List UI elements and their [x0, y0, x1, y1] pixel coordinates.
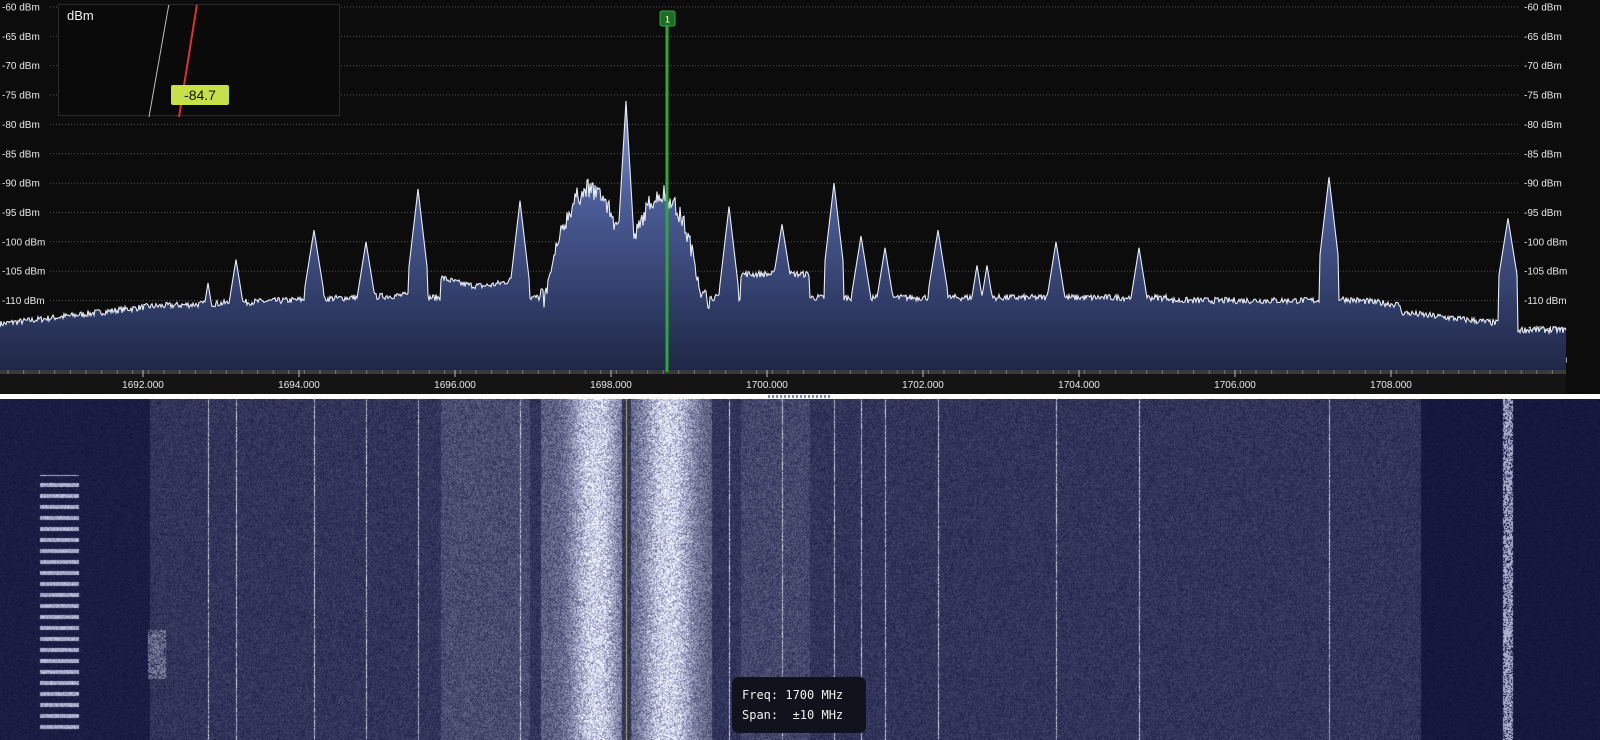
splitter-handle[interactable] — [768, 395, 830, 398]
y-axis-label: -80 dBm — [1524, 120, 1562, 131]
frequency-label: 1700.000 — [746, 380, 788, 391]
spectrum-fill — [0, 100, 1566, 371]
y-axis-left: -60 dBm -65 dBm -70 dBm -75 dBm -80 dBm -85 d… — [2, 3, 45, 366]
y-axis-label: -75 dBm — [1524, 91, 1562, 102]
frequency-label: 1708.000 — [1370, 380, 1412, 391]
span-label: Span: — [742, 708, 779, 722]
freq-label: Freq: — [742, 688, 779, 702]
frequency-label: 1694.000 — [278, 380, 320, 391]
frequency-axis-ruler — [0, 370, 1566, 374]
y-axis-label: -105 dBm — [2, 267, 45, 278]
y-axis-label: -90 dBm — [1524, 179, 1562, 190]
y-axis-label: -85 dBm — [1524, 149, 1562, 160]
y-axis-label: -80 dBm — [2, 120, 40, 131]
frequency-tooltip: Freq: 1700 MHz Span: ±10 MHz — [732, 677, 866, 733]
meter-unit: dBm — [67, 8, 94, 23]
span-value: ±10 MHz — [792, 708, 844, 722]
frequency-label: 1704.000 — [1058, 380, 1100, 391]
frequency-label: 1698.000 — [590, 380, 632, 391]
marker-label: 1 — [665, 15, 670, 25]
frequency-label: 1692.000 — [122, 380, 164, 391]
y-axis-label: -90 dBm — [2, 179, 40, 190]
y-axis-label: -100 dBm — [1524, 237, 1567, 248]
y-axis-label: -60 dBm — [1524, 3, 1562, 14]
frequency-label: 1702.000 — [902, 380, 944, 391]
y-axis-label: -75 dBm — [2, 91, 40, 102]
y-axis-label: -65 dBm — [1524, 32, 1562, 43]
y-axis-label: -60 dBm — [2, 3, 40, 14]
frequency-labels: 1692.000 1694.000 1696.000 1698.000 1700.000… — [122, 380, 1412, 391]
y-axis-label: -70 dBm — [2, 61, 40, 72]
spectrum-panel[interactable]: -60 dBm -65 dBm -70 dBm -75 dBm -80 dBm -85 d… — [0, 0, 1600, 398]
y-axis-label: -100 dBm — [2, 237, 45, 248]
y-axis-label: -110 dBm — [1524, 296, 1567, 307]
y-axis-label: -95 dBm — [2, 208, 40, 219]
y-axis-label: -70 dBm — [1524, 61, 1562, 72]
meter-readout: -84.7 — [171, 85, 229, 105]
y-axis-label: -110 dBm — [2, 296, 45, 307]
y-axis-label: -65 dBm — [2, 32, 40, 43]
signal-meter: -140-120-100-80-60-40-200 dBm -84.7 — [58, 4, 340, 117]
y-axis-label: -105 dBm — [1524, 267, 1567, 278]
frequency-label: 1696.000 — [434, 380, 476, 391]
freq-value: 1700 MHz — [785, 688, 844, 702]
y-axis-label: -85 dBm — [2, 149, 40, 160]
y-axis-right: -60 dBm -65 dBm -70 dBm -75 dBm -80 dBm -85 d… — [1524, 3, 1567, 366]
frequency-label: 1706.000 — [1214, 380, 1256, 391]
y-axis-label: -95 dBm — [1524, 208, 1562, 219]
